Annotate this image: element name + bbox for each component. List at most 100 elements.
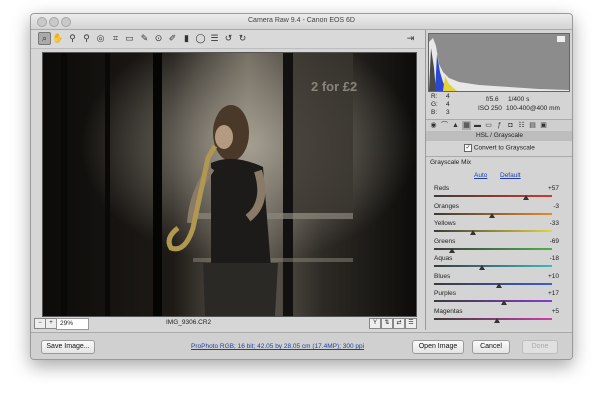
slider-label: Magentas: [434, 307, 463, 315]
slider-thumb[interactable]: [493, 317, 500, 323]
photo-saxophonist: 2 for £2: [43, 53, 416, 316]
slider-value[interactable]: -33: [550, 220, 559, 227]
red-eye-icon[interactable]: ⊙: [153, 33, 164, 44]
slider-label: Blues: [434, 272, 451, 280]
split-toning-tab-icon[interactable]: ▬: [473, 121, 482, 130]
target-adjust-icon[interactable]: ◎: [95, 33, 106, 44]
slider-value[interactable]: -69: [550, 238, 559, 245]
radial-filter-icon[interactable]: ◯: [195, 33, 206, 44]
slider-thumb[interactable]: [469, 230, 476, 235]
slider-value[interactable]: +57: [548, 185, 559, 192]
g-label: G:: [431, 101, 438, 108]
copy-settings-button[interactable]: ⇄: [393, 318, 405, 329]
slider-purples[interactable]: Purples +17: [434, 290, 569, 306]
color-sampler-icon[interactable]: ⚲: [81, 33, 92, 44]
white-balance-icon[interactable]: ⚲: [67, 33, 78, 44]
slider-oranges[interactable]: Oranges -3: [434, 203, 569, 219]
basic-tab-icon[interactable]: ◉: [429, 121, 438, 130]
slider-track[interactable]: [434, 195, 552, 197]
lens-tab-icon[interactable]: ▭: [484, 121, 493, 130]
shutter-value: 1/400 s: [508, 96, 530, 103]
lens-value: 100-400@400 mm: [506, 105, 560, 112]
presets-list-tab-icon[interactable]: ▣: [539, 121, 548, 130]
tone-curve-tab-icon[interactable]: ⌒: [440, 121, 449, 130]
slider-value[interactable]: -3: [553, 203, 559, 210]
detail-tab-icon[interactable]: ▲: [451, 121, 460, 130]
cancel-button[interactable]: Cancel: [472, 340, 510, 354]
preferences-icon[interactable]: ☰: [209, 33, 220, 44]
zoom-icon[interactable]: ⌕: [38, 32, 51, 45]
slider-greens[interactable]: Greens -69: [434, 238, 569, 254]
panel-title: HSL / Grayscale: [426, 131, 572, 141]
g-value: 4: [446, 101, 450, 108]
zoom-level-field[interactable]: 29%: [56, 318, 89, 330]
toggle-preview-button[interactable]: ☰: [405, 318, 417, 329]
done-button[interactable]: Done: [522, 340, 558, 354]
fullscreen-icon[interactable]: ⇥: [405, 33, 416, 44]
slider-track[interactable]: [434, 282, 552, 285]
convert-grayscale-checkbox[interactable]: ✓: [464, 144, 472, 152]
swap-before-after-button[interactable]: ⇅: [381, 318, 393, 329]
slider-magentas[interactable]: Magentas +5: [434, 308, 569, 324]
window-sign-text: 2 for £2: [311, 79, 357, 94]
default-link[interactable]: Default: [500, 172, 521, 179]
slider-thumb[interactable]: [448, 247, 455, 253]
auto-link[interactable]: Auto: [474, 172, 487, 179]
before-after-y-button[interactable]: Y: [369, 318, 381, 329]
grayscale-mix-label: Grayscale Mix: [430, 159, 472, 166]
camera-raw-window: Camera Raw 9.4 - Canon EOS 6D ⌕ ✋ ⚲ ⚲ ◎ …: [30, 13, 573, 360]
slider-reds[interactable]: Reds +57: [434, 185, 569, 201]
slider-value[interactable]: +5: [552, 308, 559, 315]
rotate-ccw-icon[interactable]: ↺: [223, 33, 234, 44]
preview-status-bar: − + 29% IMG_9306.CR2 Y ⇅ ⇄ ☰: [31, 316, 426, 330]
b-label: B:: [431, 109, 438, 116]
slider-label: Reds: [434, 185, 450, 192]
hand-icon[interactable]: ✋: [52, 33, 63, 44]
slider-value[interactable]: -18: [550, 255, 559, 262]
slider-thumb[interactable]: [495, 282, 502, 288]
spot-removal-icon[interactable]: ✎: [139, 33, 150, 44]
aperture-value: f/5.6: [486, 96, 499, 103]
slider-value[interactable]: +17: [548, 290, 559, 297]
slider-track[interactable]: [434, 300, 552, 302]
hsl-tab-icon[interactable]: ▦: [462, 121, 471, 130]
convert-grayscale-row[interactable]: ✓ Convert to Grayscale: [464, 144, 535, 152]
slider-thumb[interactable]: [479, 265, 486, 270]
snapshots-tab-icon[interactable]: ▤: [528, 121, 537, 130]
slider-thumb[interactable]: [488, 212, 495, 218]
slider-thumb[interactable]: [523, 195, 530, 200]
divider: [426, 156, 572, 157]
bottom-bar: Save Image... ProPhoto RGB; 16 bit; 42.0…: [31, 332, 572, 359]
slider-blues[interactable]: Blues +10: [434, 273, 569, 289]
iso-value: ISO 250: [478, 105, 502, 112]
window-title: Camera Raw 9.4 - Canon EOS 6D: [248, 17, 355, 24]
r-value: 4: [446, 93, 450, 100]
convert-grayscale-label: Convert to Grayscale: [473, 144, 535, 152]
camera-calibration-tab-icon[interactable]: ◘: [506, 121, 515, 130]
slider-yellows[interactable]: Yellows -33: [434, 220, 569, 236]
slider-label: Oranges: [434, 202, 459, 210]
open-image-button[interactable]: Open Image: [412, 340, 464, 354]
slider-track[interactable]: [434, 230, 552, 232]
slider-track[interactable]: [434, 265, 552, 267]
effects-tab-icon[interactable]: ƒ: [495, 121, 504, 130]
save-image-button[interactable]: Save Image...: [41, 340, 95, 354]
adjustment-panel: R: 4 G: 4 B: 3 f/5.6 1/400 s ISO 250 100…: [425, 30, 572, 330]
image-preview[interactable]: 2 for £2: [42, 52, 417, 317]
adjustment-brush-icon[interactable]: ✐: [167, 33, 178, 44]
slider-thumb[interactable]: [500, 300, 507, 305]
title-bar: Camera Raw 9.4 - Canon EOS 6D: [31, 14, 572, 30]
straighten-icon[interactable]: ▭: [124, 33, 135, 44]
crop-icon[interactable]: ⌗: [110, 33, 121, 44]
graduated-filter-icon[interactable]: ▮: [181, 33, 192, 44]
presets-tab-icon[interactable]: ☷: [517, 121, 526, 130]
rotate-cw-icon[interactable]: ↻: [237, 33, 248, 44]
slider-label: Yellows: [434, 220, 456, 227]
b-value: 3: [446, 109, 450, 116]
slider-aquas[interactable]: Aquas -18: [434, 255, 569, 271]
slider-label: Greens: [434, 237, 456, 245]
slider-value[interactable]: +10: [548, 273, 559, 280]
workflow-options-link[interactable]: ProPhoto RGB; 16 bit; 42.05 by 28.05 cm …: [191, 343, 364, 350]
slider-label: Aquas: [434, 255, 453, 262]
histogram: [428, 33, 570, 92]
